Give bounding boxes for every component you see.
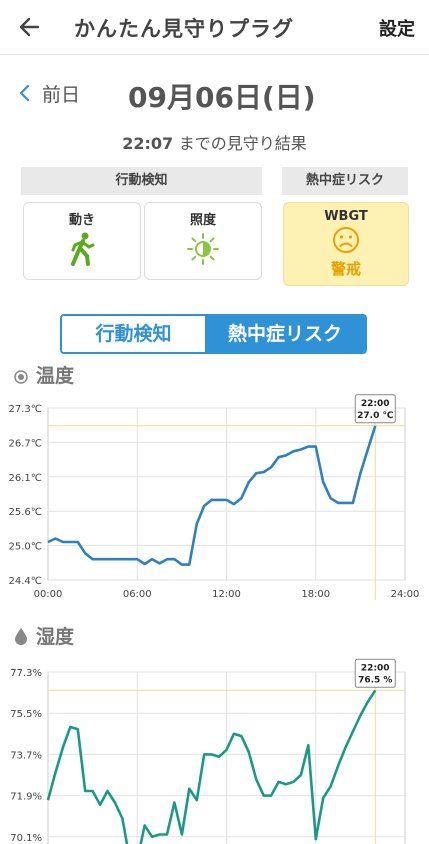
y-tick-label: 27.3℃: [9, 404, 43, 415]
thermometer-icon: [14, 370, 28, 384]
settings-button[interactable]: 設定: [379, 15, 415, 41]
brightness-icon: [187, 233, 219, 265]
wbgt-card[interactable]: WBGT 警戒: [283, 202, 409, 286]
tab-heat-risk[interactable]: 熱中症リスク: [205, 316, 365, 352]
summary-time: 22:07: [122, 134, 174, 153]
tooltip-value: 76.5 %: [358, 675, 392, 685]
y-tick-label: 75.5%: [10, 709, 42, 720]
series-line: [47, 425, 377, 566]
x-tick-label: 24:00: [391, 589, 420, 600]
y-tick-label: 73.7%: [10, 750, 42, 761]
page-title: かんたん見守りプラグ: [74, 17, 294, 41]
temperature-chart[interactable]: 27.3℃ 26.7℃ 26.1℃ 25.6℃ 25.0℃ 24.4℃ 00:00 06:00…: [0, 392, 429, 612]
tab-behavior[interactable]: 行動検知: [62, 316, 205, 352]
wbgt-status: 警戒: [330, 260, 361, 278]
y-tick-label: 77.3%: [10, 668, 42, 679]
light-label: 照度: [189, 213, 216, 228]
light-card[interactable]: 照度: [144, 202, 262, 280]
tooltip-value: 27.0 ℃: [357, 411, 393, 421]
humidity-chart[interactable]: 77.3% 75.5% 73.7% 71.9% 70.1% 22:00 76.5 %: [0, 654, 429, 844]
date-navigation: 前日 09月06日(日): [0, 72, 429, 116]
water-drop-icon: [15, 628, 27, 645]
humidity-title-text: 湿度: [36, 626, 75, 648]
prev-day-button[interactable]: 前日: [42, 80, 80, 107]
back-arrow-icon[interactable]: [16, 13, 44, 41]
x-tick-label: 06:00: [123, 589, 152, 600]
monitoring-summary: 22:07 までの見守り結果: [0, 130, 429, 154]
y-tick-label: 70.1%: [10, 833, 42, 844]
y-tick-label: 25.0℃: [9, 542, 43, 553]
temperature-chart-title: 温度: [14, 361, 74, 388]
tooltip-time: 22:00: [361, 663, 390, 673]
humidity-chart-title: 湿度: [14, 622, 74, 649]
walking-person-icon: [71, 232, 95, 266]
sad-face-icon: [333, 227, 359, 253]
motion-card[interactable]: 動き: [23, 202, 141, 280]
x-tick-label: 18:00: [301, 589, 330, 600]
wbgt-label: WBGT: [324, 209, 368, 224]
behavior-section-header: 行動検知: [21, 167, 262, 195]
y-tick-label: 71.9%: [10, 792, 42, 803]
x-tick-label: 12:00: [212, 589, 241, 600]
app-header: かんたん見守りプラグ 設定: [0, 0, 429, 55]
y-tick-label: 24.4℃: [9, 576, 43, 587]
temperature-title-text: 温度: [36, 365, 75, 387]
view-toggle: 行動検知 熱中症リスク: [60, 314, 367, 354]
y-tick-label: 26.7℃: [9, 438, 43, 449]
x-tick-label: 00:00: [34, 589, 63, 600]
y-tick-label: 25.6℃: [9, 507, 43, 518]
motion-label: 動き: [68, 213, 95, 228]
summary-suffix: までの見守り結果: [178, 134, 307, 153]
chevron-left-icon[interactable]: [18, 82, 32, 104]
y-tick-label: 26.1℃: [9, 473, 43, 484]
tooltip-time: 22:00: [361, 399, 390, 409]
heat-section-header: 熱中症リスク: [282, 167, 408, 195]
current-date: 09月06日(日): [128, 81, 316, 114]
